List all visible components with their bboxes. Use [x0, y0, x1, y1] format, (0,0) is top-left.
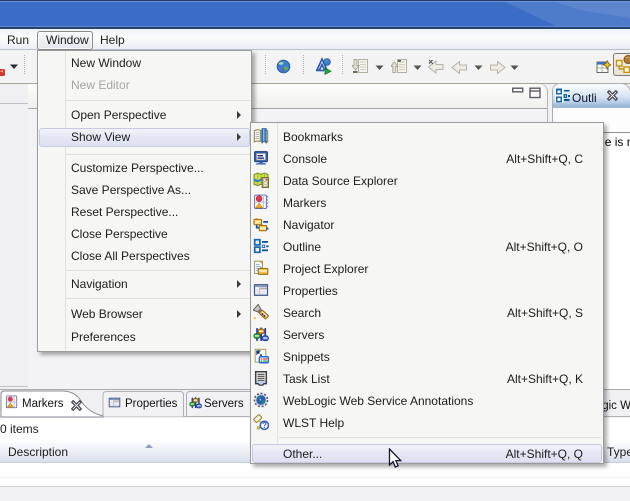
svg-text:?: ?	[262, 421, 267, 430]
